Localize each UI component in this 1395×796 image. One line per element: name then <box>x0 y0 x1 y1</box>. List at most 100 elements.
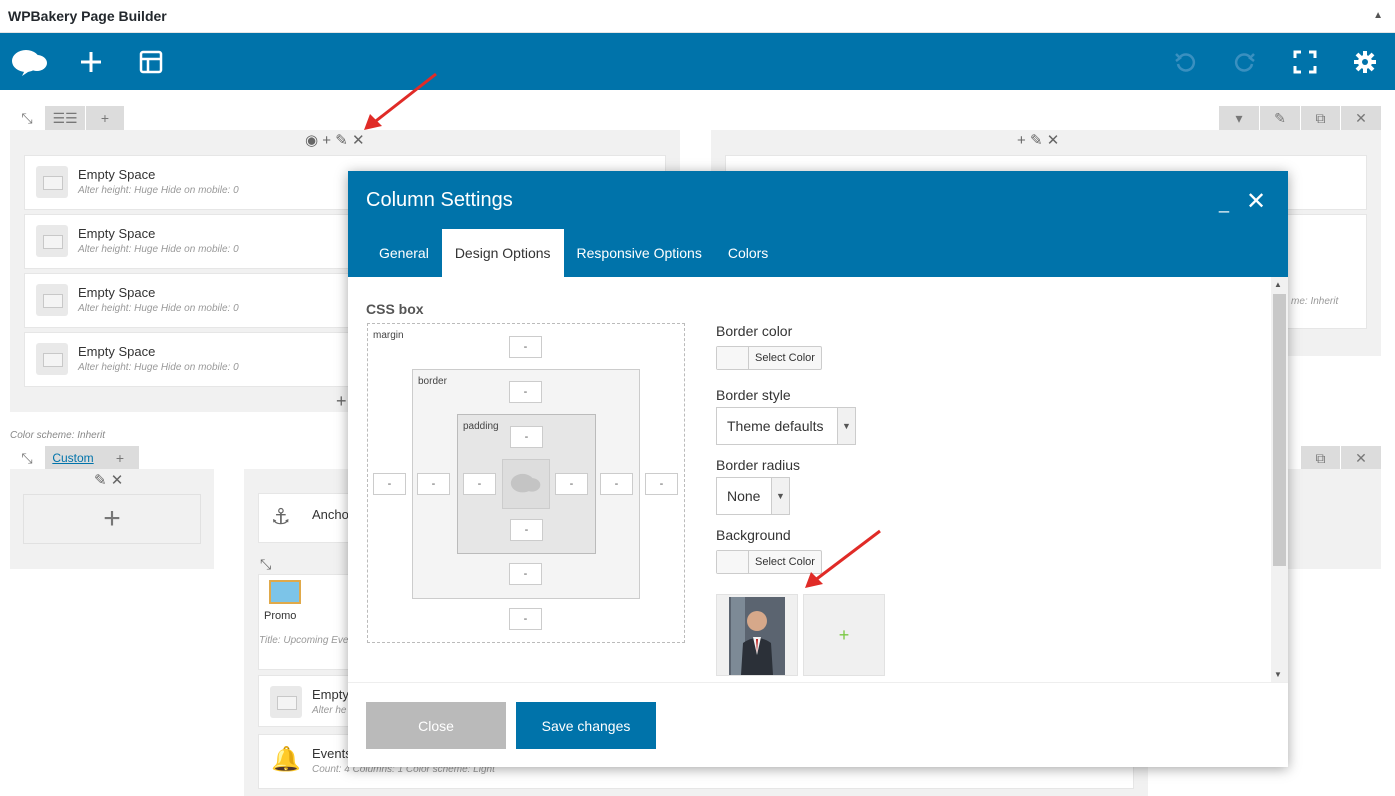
promo-image-icon <box>269 580 301 604</box>
border-bottom-input[interactable]: - <box>509 563 542 585</box>
events-bell-icon: 🔔 <box>271 746 301 773</box>
column-add-icon[interactable]: + <box>1017 132 1026 149</box>
list-item[interactable]: Promo Title: Upcoming Eve <box>258 574 358 670</box>
row-clone-icon[interactable]: ⧉ <box>1301 106 1340 130</box>
tab-colors[interactable]: Colors <box>715 229 781 277</box>
window-title: WPBakery Page Builder <box>8 8 167 24</box>
row-toggle-icon[interactable]: ▾ <box>1219 106 1259 130</box>
annotation-arrow-top <box>364 72 437 130</box>
border-style-label: Border style <box>716 387 791 403</box>
undo-icon[interactable] <box>1155 33 1215 90</box>
border-radius-select[interactable]: None ▼ <box>716 477 790 515</box>
element-meta: Alter height: Huge Hide on mobile: 0 <box>78 303 239 314</box>
redo-icon[interactable] <box>1215 33 1275 90</box>
element-name: Empty <box>312 687 349 702</box>
css-box-label: CSS box <box>366 301 424 317</box>
empty-space-icon <box>270 686 302 718</box>
margin-label: margin <box>373 330 404 341</box>
add-element-button[interactable]: + <box>23 494 201 544</box>
column-delete-icon[interactable]: ✕ <box>111 472 124 489</box>
margin-right-input[interactable]: - <box>645 473 678 495</box>
background-label: Background <box>716 527 791 543</box>
element-meta: me: Inherit <box>1291 296 1339 307</box>
border-top-input[interactable]: - <box>509 381 542 403</box>
row2-drag-handle-icon[interactable]: ⤡ <box>16 446 38 470</box>
column-edit-pencil-icon[interactable]: ✎ <box>335 132 348 149</box>
element-meta: Alter height: Huge Hide on mobile: 0 <box>78 362 239 373</box>
element-name: Events <box>312 746 352 761</box>
add-background-image-button[interactable]: + <box>803 594 885 676</box>
row-add-column-icon[interactable]: + <box>86 106 124 130</box>
border-left-input[interactable]: - <box>417 473 450 495</box>
background-image-thumbnail[interactable] <box>716 594 798 676</box>
annotation-arrow-bottom <box>805 529 881 588</box>
column-settings-modal: Column Settings _ ✕ General Design Optio… <box>348 171 1288 767</box>
padding-bottom-input[interactable]: - <box>510 519 543 541</box>
tab-responsive-options[interactable]: Responsive Options <box>564 229 715 277</box>
modal-header: Column Settings _ ✕ General Design Optio… <box>348 171 1288 277</box>
caret-up-icon[interactable]: ▲ <box>1373 10 1383 21</box>
add-element-icon[interactable] <box>61 33 121 90</box>
row-drag-handle-icon[interactable]: ⤡ <box>16 106 38 130</box>
border-box: border - - - - padding - - - - <box>412 369 640 599</box>
window-titlebar: WPBakery Page Builder ▲ <box>0 0 1395 33</box>
scroll-thumb[interactable] <box>1273 294 1286 566</box>
border-style-select[interactable]: Theme defaults ▼ <box>716 407 856 445</box>
column-add-icon[interactable]: + <box>322 132 331 149</box>
add-element-bottom-icon[interactable]: + <box>336 392 347 410</box>
row2-clone-icon[interactable]: ⧉ <box>1301 446 1340 470</box>
css-box: margin - - - - border - - - - padding - … <box>367 323 685 643</box>
settings-gear-icon[interactable] <box>1335 33 1395 90</box>
column-controls-right: + ✎ ✕ <box>1017 133 1059 148</box>
templates-icon[interactable] <box>121 33 181 90</box>
minimize-icon[interactable]: _ <box>1219 193 1235 214</box>
fullscreen-icon[interactable] <box>1275 33 1335 90</box>
padding-top-input[interactable]: - <box>510 426 543 448</box>
element-name: Empty Space <box>78 285 156 300</box>
column-delete-icon[interactable]: ✕ <box>352 132 365 149</box>
border-right-input[interactable]: - <box>600 473 633 495</box>
element-name: Empty Space <box>78 167 156 182</box>
column-delete-icon[interactable]: ✕ <box>1047 132 1060 149</box>
element-meta: Alter he <box>312 705 347 716</box>
inner-row-drag-icon[interactable]: ⤡ <box>260 556 271 573</box>
tab-design-options[interactable]: Design Options <box>441 229 564 277</box>
list-item[interactable]: Empty Alter he <box>258 675 358 727</box>
margin-left-input[interactable]: - <box>373 473 406 495</box>
row2-add-column-icon[interactable]: + <box>101 446 139 470</box>
border-label: border <box>418 376 447 387</box>
color-scheme-label: Color scheme: Inherit <box>10 430 106 441</box>
wpbakery-logo-icon[interactable] <box>0 33 60 90</box>
margin-bottom-input[interactable]: - <box>509 608 542 630</box>
row-layout-icon[interactable]: ☰☰ <box>45 106 85 130</box>
list-item[interactable]: ⚓ Ancho <box>258 493 358 543</box>
border-color-picker[interactable]: Select Color <box>716 346 822 370</box>
margin-top-input[interactable]: - <box>509 336 542 358</box>
row-edit-pencil-icon[interactable]: ✎ <box>1260 106 1300 130</box>
column-image-icon: ◉ <box>305 132 319 149</box>
tab-general[interactable]: General <box>366 229 442 277</box>
close-button[interactable]: Close <box>366 702 506 749</box>
row2-layout-custom[interactable]: Custom <box>45 446 101 470</box>
modal-scrollbar[interactable]: ▲ ▼ <box>1271 277 1288 682</box>
select-color-label: Select Color <box>755 352 815 364</box>
close-icon[interactable]: ✕ <box>1246 187 1266 216</box>
modal-title: Column Settings <box>366 189 513 211</box>
element-meta: Alter height: Huge Hide on mobile: 0 <box>78 185 239 196</box>
column-controls-2: ✎ ✕ <box>94 473 123 488</box>
custom-layout-link[interactable]: Custom <box>52 451 93 465</box>
scroll-down-icon[interactable]: ▼ <box>1274 670 1282 679</box>
empty-space-icon <box>36 166 68 198</box>
padding-box: padding - - - - <box>457 414 596 554</box>
column-edit-pencil-icon[interactable]: ✎ <box>94 472 107 489</box>
padding-left-input[interactable]: - <box>463 473 496 495</box>
color-swatch <box>717 551 749 573</box>
element-name: Ancho <box>312 507 349 522</box>
padding-right-input[interactable]: - <box>555 473 588 495</box>
border-color-label: Border color <box>716 323 793 339</box>
row-delete-icon[interactable]: ✕ <box>1341 106 1381 130</box>
column-edit-pencil-icon[interactable]: ✎ <box>1030 132 1043 149</box>
save-changes-button[interactable]: Save changes <box>516 702 656 749</box>
scroll-up-icon[interactable]: ▲ <box>1274 280 1282 289</box>
row2-delete-icon[interactable]: ✕ <box>1341 446 1381 470</box>
